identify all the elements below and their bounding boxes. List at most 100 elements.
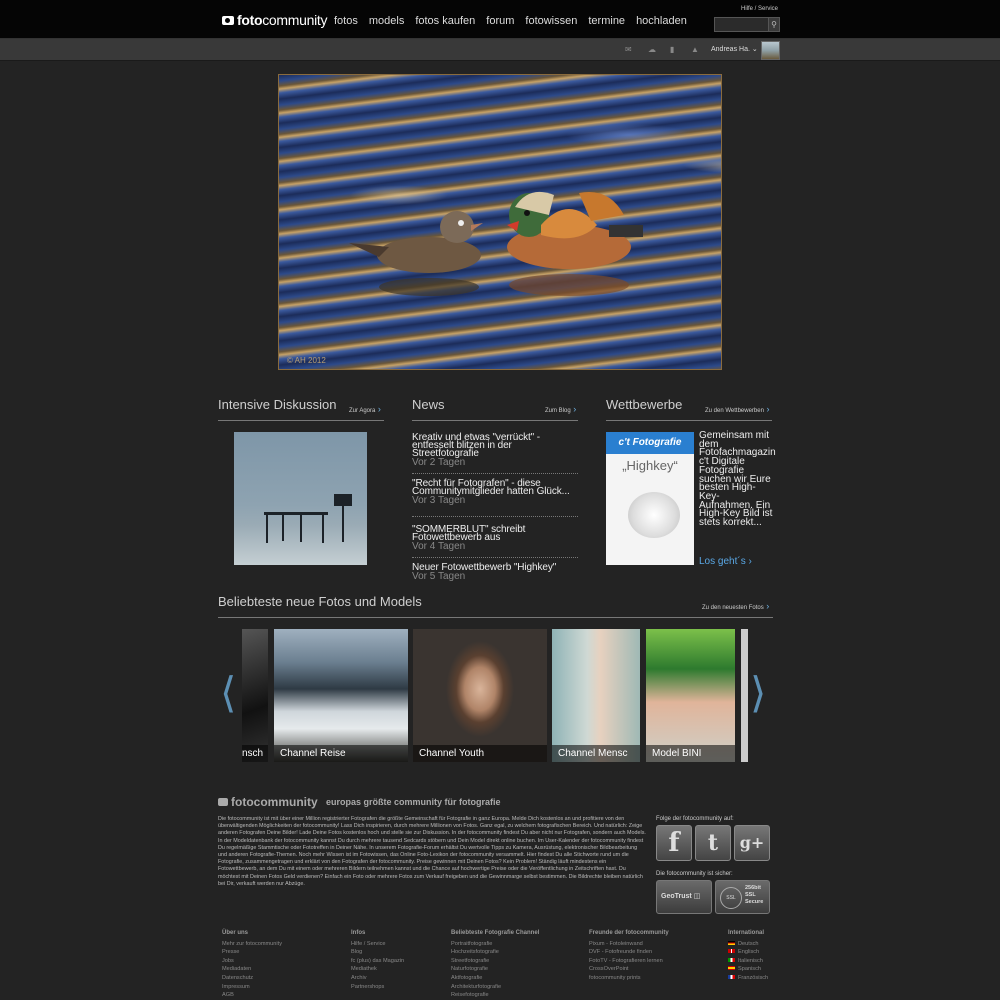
footer-lang-link[interactable]: Französisch	[728, 974, 768, 983]
footer-link[interactable]: Datenschutz	[222, 974, 282, 983]
link-to-contests[interactable]: Zu den Wettbewerben	[705, 404, 769, 414]
news-title: Kreativ und etwas "verrückt" - entfessel…	[412, 432, 541, 459]
contest-description: Gemeinsam mit dem Fotofachmagazin c't Di…	[699, 430, 776, 529]
link-to-newest-photos[interactable]: Zu den neuesten Fotos	[702, 601, 769, 611]
ssl-secure: Secure	[745, 899, 764, 905]
carousel-prev-arrow[interactable]: ⟨	[220, 672, 236, 714]
footer-link[interactable]: FotoTV - Fotografieren lernen	[589, 957, 669, 966]
link-to-agora[interactable]: Zur Agora	[349, 404, 381, 414]
footer-lang-link[interactable]: Italienisch	[728, 957, 768, 966]
footer-col-heading: Über uns	[222, 930, 249, 936]
nav-fotowissen[interactable]: fotowissen	[525, 15, 577, 27]
footer-link[interactable]: Presse	[222, 948, 282, 957]
footer-col-infos: Infos Hilfe / Service Blog fc (plus) das…	[351, 929, 404, 991]
carousel-tile[interactable]: Model BINI	[646, 629, 735, 762]
contest-image[interactable]: c't Fotografie „Highkey“	[606, 432, 694, 565]
footer-link[interactable]: Mediadaten	[222, 965, 282, 974]
ssl-badge[interactable]: SSL 256bit SSL Secure	[715, 880, 770, 914]
carousel-tile-partial[interactable]	[741, 629, 748, 762]
footer-link[interactable]: Reisefotografie	[451, 991, 539, 1000]
carousel-tile[interactable]: nsch	[242, 629, 268, 762]
footer-logo[interactable]: fotocommunity	[218, 795, 318, 809]
footer-link[interactable]: Partnershops	[351, 983, 404, 992]
search-input[interactable]	[714, 17, 772, 32]
footer-link[interactable]: Streetfotografie	[451, 957, 539, 966]
footer-link[interactable]: Portraitfotografie	[451, 940, 539, 949]
nav-termine[interactable]: termine	[588, 15, 625, 27]
carousel-tile[interactable]: Channel Reise	[274, 629, 408, 762]
link-to-blog[interactable]: Zum Blog	[545, 404, 576, 414]
carousel-tile[interactable]: Channel Youth	[413, 629, 547, 762]
geotrust-badge[interactable]: GeoTrust ◫	[656, 880, 712, 914]
footer-lang-link[interactable]: Deutsch	[728, 940, 768, 949]
search-button[interactable]: ⚲	[768, 17, 780, 32]
footer-lang-link[interactable]: Spanisch	[728, 965, 768, 974]
footer-lang-link[interactable]: Englisch	[728, 948, 768, 957]
chat-icon[interactable]: ☁	[648, 45, 656, 54]
ssl-ssl: SSL	[745, 892, 756, 898]
section-title-news: News	[412, 397, 445, 412]
carousel-next-arrow[interactable]: ⟩	[750, 672, 766, 714]
nav-fotos-kaufen[interactable]: fotos kaufen	[415, 15, 475, 27]
footer-slogan: europas größte community für fotografie	[326, 797, 501, 807]
username: Andreas Ha.	[711, 46, 750, 53]
facebook-icon[interactable]: f	[656, 825, 692, 861]
twitter-icon[interactable]: t	[695, 825, 731, 861]
site-logo[interactable]: fotocommunity	[222, 12, 328, 28]
footer-link[interactable]: Naturfotografie	[451, 965, 539, 974]
news-item[interactable]: "SOMMERBLUT" schreibt Fotowettbewerb aus…	[412, 525, 578, 558]
lang-label: Italienisch	[738, 957, 763, 964]
contest-start-link[interactable]: Los geht´s ›	[699, 556, 752, 567]
nav-fotos[interactable]: fotos	[334, 15, 358, 27]
footer-link[interactable]: Impressum	[222, 983, 282, 992]
section-title-popular: Beliebteste neue Fotos und Models	[218, 594, 422, 609]
footer-link[interactable]: fc (plus) das Magazin	[351, 957, 404, 966]
username-menu[interactable]: Andreas Ha. ⌄	[711, 45, 758, 53]
footer-link[interactable]: Jobs	[222, 957, 282, 966]
lang-label: Deutsch	[738, 940, 759, 947]
nav-hochladen[interactable]: hochladen	[636, 15, 687, 27]
flag-es-icon	[728, 966, 735, 971]
carousel-tile[interactable]: Channel Mensc	[552, 629, 640, 762]
featured-photo[interactable]: © AH 2012	[278, 74, 722, 370]
contest-cta-label: Los geht´s	[699, 556, 746, 567]
google-plus-icon[interactable]: g+	[734, 825, 770, 861]
footer-link[interactable]: Architekturfotografie	[451, 983, 539, 992]
discussion-photo[interactable]	[234, 432, 367, 565]
nav-models[interactable]: models	[369, 15, 404, 27]
footer-link[interactable]: fotocommunity prints	[589, 974, 669, 983]
news-age: Vor 5 Tagen	[412, 571, 466, 582]
footer-link[interactable]: CrossOverPoint	[589, 965, 669, 974]
footer-link[interactable]: Aktfotografie	[451, 974, 539, 983]
footer-link[interactable]: Mediathek	[351, 965, 404, 974]
footer-logo-bold: foto	[231, 795, 254, 809]
news-age: Vor 2 Tagen	[412, 457, 466, 468]
footer-link[interactable]: DVF - Fotofreunde finden	[589, 948, 669, 957]
nav-forum[interactable]: forum	[486, 15, 514, 27]
news-item[interactable]: Kreativ und etwas "verrückt" - entfessel…	[412, 432, 578, 474]
footer-link[interactable]: AGB	[222, 991, 282, 1000]
divider	[412, 420, 578, 421]
pier-post	[300, 515, 302, 542]
footer-link[interactable]: Pixum - Fotoleinwand	[589, 940, 669, 949]
notification-icon[interactable]: ▲	[691, 45, 699, 54]
footer-link[interactable]: Archiv	[351, 974, 404, 983]
comment-icon[interactable]: ▮	[670, 45, 674, 54]
twitter-glyph: t	[707, 830, 719, 856]
facebook-glyph: f	[668, 828, 680, 858]
ssl-seal-label: SSL	[726, 895, 736, 901]
avatar[interactable]	[761, 41, 780, 60]
footer-link[interactable]: Hilfe / Service	[351, 940, 404, 949]
help-link[interactable]: Hilfe / Service	[741, 6, 778, 12]
lang-label: Spanisch	[738, 966, 762, 973]
news-item[interactable]: Neuer Fotowettbewerb "Highkey" Vor 5 Tag…	[412, 563, 578, 583]
mail-icon[interactable]: ✉	[625, 45, 632, 54]
footer-link[interactable]: Hochzeitsfotografie	[451, 948, 539, 957]
footer-link[interactable]: Mehr zur fotocommunity	[222, 940, 282, 949]
footer-col-heading: Infos	[351, 930, 366, 936]
footer-link[interactable]: Blog	[351, 948, 404, 957]
news-item[interactable]: "Recht für Fotografen" - diese Community…	[412, 478, 578, 517]
divider	[606, 420, 772, 421]
camera-icon	[218, 798, 228, 806]
news-title: "Recht für Fotografen" - diese Community…	[412, 478, 570, 497]
